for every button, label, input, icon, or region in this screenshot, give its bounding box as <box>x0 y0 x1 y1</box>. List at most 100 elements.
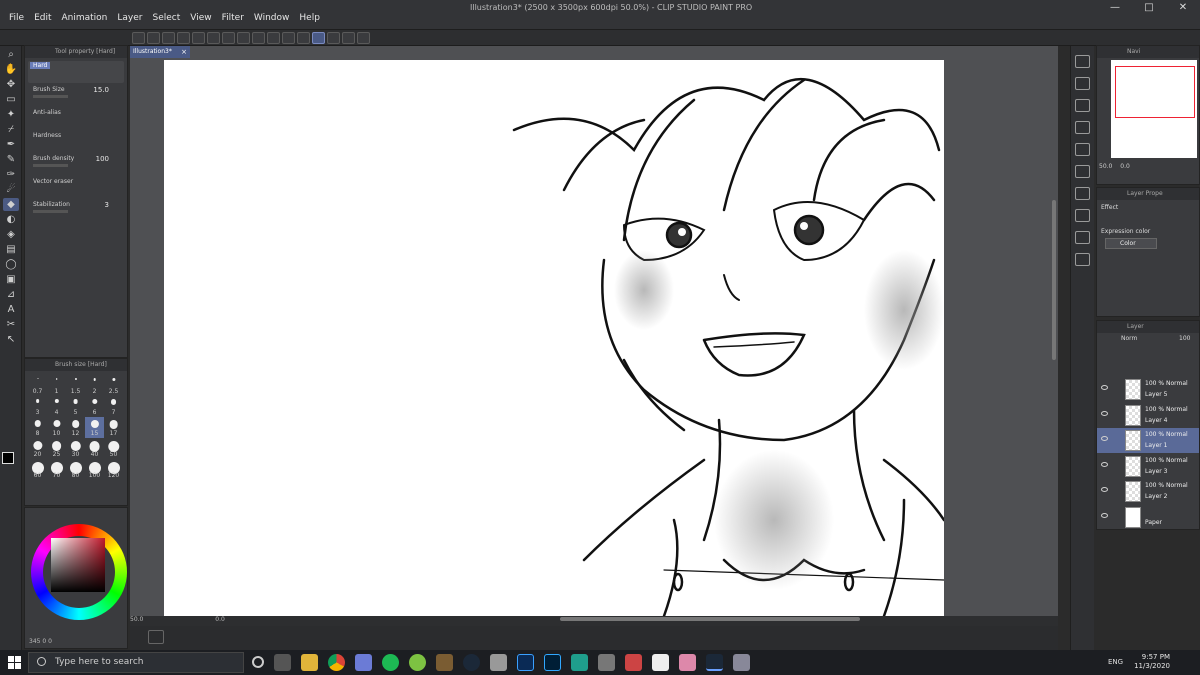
figure-tool-icon[interactable]: ◯ <box>3 258 19 271</box>
app-icon-5[interactable] <box>733 654 750 671</box>
navigator-zoom[interactable]: 50.0 <box>1099 163 1112 170</box>
layer-row[interactable]: 100 % Normal Layer 1 <box>1097 428 1199 453</box>
airbrush-tool-icon[interactable]: ☄ <box>3 183 19 196</box>
search-icon[interactable] <box>1075 55 1090 68</box>
saturation-value-square[interactable] <box>51 538 105 592</box>
hardness-row[interactable]: Hardness <box>33 132 123 152</box>
photoshop-icon[interactable] <box>544 654 561 671</box>
brush-size-preset[interactable]: 5 <box>66 396 85 417</box>
zoom-tool-icon[interactable]: ⌕ <box>3 48 19 61</box>
brush-density-row[interactable]: Brush density 100 <box>33 155 123 175</box>
brush-density-slider[interactable] <box>33 164 68 167</box>
brush-size-preset[interactable]: 0.7 <box>28 375 47 396</box>
clip-studio-icon[interactable] <box>132 32 145 44</box>
blend-mode-select[interactable]: Norm <box>1121 335 1137 342</box>
snap-ruler-icon[interactable] <box>297 32 310 44</box>
menu-animation[interactable]: Animation <box>57 13 113 23</box>
material-icon[interactable] <box>1075 77 1090 90</box>
hand-tool-icon[interactable]: ✋ <box>3 63 19 76</box>
brush-size-preset[interactable]: 8 <box>28 417 47 438</box>
menu-view[interactable]: View <box>185 13 216 23</box>
material-icon-7[interactable] <box>1075 209 1090 222</box>
discord-icon[interactable] <box>355 654 372 671</box>
spotify-icon[interactable] <box>382 654 399 671</box>
brush-size-value[interactable]: 15.0 <box>93 86 109 94</box>
snap-special-ruler-icon[interactable] <box>327 32 340 44</box>
app-icon-4[interactable] <box>679 654 696 671</box>
brush-size-preset[interactable]: 25 <box>47 438 66 459</box>
task-view-icon[interactable] <box>252 656 264 668</box>
multitask-icon[interactable] <box>274 654 291 671</box>
material-icon-2[interactable] <box>1075 99 1090 112</box>
menu-filter[interactable]: Filter <box>217 13 249 23</box>
brush-size-preset[interactable]: 20 <box>28 438 47 459</box>
undo-icon[interactable] <box>192 32 205 44</box>
stabilization-row[interactable]: Stabilization 3 <box>33 201 123 221</box>
material-icon-6[interactable] <box>1075 187 1090 200</box>
drawing-canvas[interactable] <box>164 60 944 616</box>
anti-alias-row[interactable]: Anti-alias <box>33 109 123 129</box>
layer-row[interactable]: 100 % Normal Layer 4 <box>1097 403 1199 428</box>
balloon-tool-icon[interactable]: ✂ <box>3 318 19 331</box>
brush-size-preset[interactable]: 6 <box>85 396 104 417</box>
new-file-icon[interactable] <box>147 32 160 44</box>
app-icon-2[interactable] <box>598 654 615 671</box>
material-icon-4[interactable] <box>1075 143 1090 156</box>
pen-tool-icon[interactable]: ✒ <box>3 138 19 151</box>
steam-running-icon[interactable] <box>706 654 723 671</box>
navigator-angle[interactable]: 0.0 <box>1120 163 1130 170</box>
blend-tool-icon[interactable]: ◐ <box>3 213 19 226</box>
menu-file[interactable]: File <box>4 13 29 23</box>
visibility-eye-icon[interactable] <box>1101 410 1108 416</box>
brush-preview[interactable]: Hard <box>28 61 124 83</box>
invert-selection-icon[interactable] <box>282 32 295 44</box>
navigator-viewport[interactable] <box>1115 66 1195 118</box>
visibility-eye-icon[interactable] <box>1101 436 1108 441</box>
fill-tool-icon[interactable]: ◈ <box>3 228 19 241</box>
brush-size-slider[interactable] <box>33 95 68 98</box>
minimize-button[interactable]: — <box>1098 0 1132 16</box>
gradient-tool-icon[interactable]: ▤ <box>3 243 19 256</box>
brush-size-preset[interactable]: 17 <box>104 417 123 438</box>
maximize-button[interactable]: □ <box>1132 0 1166 16</box>
ruler-tool-icon[interactable]: ⊿ <box>3 288 19 301</box>
close-button[interactable]: ✕ <box>1166 0 1200 16</box>
layer-tool-icon[interactable] <box>148 630 164 644</box>
vertical-scrollbar[interactable] <box>1052 200 1056 360</box>
layer-row[interactable]: Paper <box>1097 505 1199 530</box>
visibility-eye-icon[interactable] <box>1101 487 1108 492</box>
brush-size-preset[interactable]: 70 <box>47 459 66 480</box>
steam-icon[interactable] <box>463 654 480 671</box>
brush-size-preset[interactable]: 2 <box>85 375 104 396</box>
canvas-zoom-value[interactable]: 50.0 <box>130 616 143 623</box>
app-icon[interactable] <box>490 654 507 671</box>
menu-window[interactable]: Window <box>249 13 295 23</box>
stabilization-slider[interactable] <box>33 210 68 213</box>
layer-row[interactable]: 100 % Normal Layer 3 <box>1097 454 1199 479</box>
brush-size-preset[interactable]: 100 <box>85 459 104 480</box>
brush-density-value[interactable]: 100 <box>96 155 109 163</box>
layer-row[interactable]: 100 % Normal Layer 2 <box>1097 479 1199 504</box>
vscode-icon[interactable] <box>517 654 534 671</box>
canvas-angle-value[interactable]: 0.0 <box>215 616 225 623</box>
move-tool-icon[interactable]: ✥ <box>3 78 19 91</box>
expression-color-select[interactable]: Color <box>1105 238 1157 249</box>
chrome-icon[interactable] <box>328 654 345 671</box>
material-icon-8[interactable] <box>1075 231 1090 244</box>
opacity-value[interactable]: 100 <box>1179 335 1190 342</box>
game-app-icon[interactable] <box>571 654 588 671</box>
menu-select[interactable]: Select <box>147 13 185 23</box>
layer-row[interactable]: 100 % Normal Layer 5 <box>1097 377 1199 402</box>
fill-icon[interactable] <box>252 32 265 44</box>
horizontal-scrollbar[interactable] <box>560 617 860 621</box>
brush-size-preset[interactable]: 3 <box>28 396 47 417</box>
main-color-swatch[interactable] <box>2 452 14 464</box>
menu-layer[interactable]: Layer <box>112 13 147 23</box>
brush-size-preset[interactable]: 40 <box>85 438 104 459</box>
snap-grid-icon[interactable] <box>312 32 325 44</box>
redo-icon[interactable] <box>207 32 220 44</box>
brush-size-preset[interactable]: 12 <box>66 417 85 438</box>
frame-tool-icon[interactable]: ▣ <box>3 273 19 286</box>
brush-size-preset[interactable]: 2.5 <box>104 375 123 396</box>
help-icon[interactable] <box>357 32 370 44</box>
